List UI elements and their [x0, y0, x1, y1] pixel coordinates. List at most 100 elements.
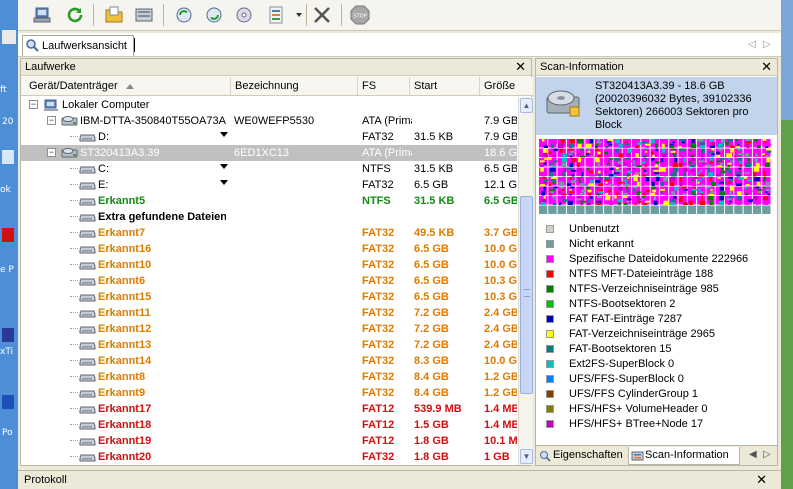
block-segment: [596, 193, 600, 196]
block-segment: [655, 161, 660, 164]
recover-icon[interactable]: [172, 3, 196, 27]
block-segment: [570, 150, 577, 153]
save-recover-icon[interactable]: [202, 3, 226, 27]
block-segment: [557, 143, 564, 148]
block-segment: [701, 148, 705, 153]
block-segment: [552, 196, 556, 198]
open-folder-icon[interactable]: [102, 3, 126, 27]
tree-row[interactable]: Erkannt13 FAT32 7.2 GB 2.4 GB: [21, 337, 517, 353]
tab-scroll-left-icon[interactable]: ◁: [748, 39, 756, 50]
collapse-toggle-icon[interactable]: −: [29, 100, 38, 109]
dropdown-arrow-icon[interactable]: [220, 132, 228, 137]
tree-row[interactable]: Erkannt11 FAT32 7.2 GB 2.4 GB: [21, 305, 517, 321]
tree-row[interactable]: Erkannt16 FAT32 6.5 GB 10.0 GB: [21, 241, 517, 257]
column-header-size[interactable]: Größe: [480, 77, 533, 95]
block-segment: [665, 193, 669, 196]
tab-scroll-right-icon[interactable]: ▷: [763, 449, 771, 460]
tree-row[interactable]: Erkannt17 FAT12 539.9 MB 1.4 MB: [21, 401, 517, 417]
block-cell: [678, 205, 687, 214]
partition-icon: [79, 179, 96, 194]
tree-row[interactable]: C: NTFS 31.5 KB 6.5 GB: [21, 161, 517, 177]
tree-row[interactable]: − Lokaler Computer: [21, 97, 517, 113]
column-header-label[interactable]: Bezeichnung: [231, 77, 358, 95]
computer-icon[interactable]: [31, 3, 55, 27]
block-segment: [691, 158, 695, 161]
tree-row[interactable]: Erkannt20 FAT32 1.8 GB 1 GB: [21, 449, 517, 465]
legend-swatch: [546, 375, 554, 383]
legend-swatch: [546, 345, 554, 353]
tree-row[interactable]: Erkannt8 FAT32 8.4 GB 1.2 GB: [21, 369, 517, 385]
block-segment: [653, 169, 659, 172]
block-segment: [586, 186, 590, 190]
desktop-icon[interactable]: [2, 30, 16, 44]
tree-row[interactable]: − ST320413A3.39 6ED1XC13 ATA (Primary Maste…: [21, 145, 517, 161]
block-segment: [743, 177, 748, 179]
tree-row[interactable]: Erkannt18 FAT12 1.5 GB 1.4 MB: [21, 417, 517, 433]
tab-scan-information[interactable]: Scan-Information: [628, 447, 740, 465]
block-segment: [697, 188, 701, 191]
collapse-toggle-icon[interactable]: −: [47, 116, 56, 125]
tree-row[interactable]: Erkannt10 FAT32 6.5 GB 10.0 GB: [21, 257, 517, 273]
tab-laufwerksansicht[interactable]: Laufwerksansicht: [22, 35, 134, 56]
desktop-icon[interactable]: [2, 395, 14, 409]
scroll-up-icon[interactable]: ▲: [520, 98, 533, 113]
filesystem: NTFS: [362, 195, 391, 207]
desktop-icon[interactable]: [2, 228, 14, 242]
stop-icon[interactable]: STOP: [348, 3, 372, 27]
tab-scroll-left-icon[interactable]: ◀: [749, 449, 757, 460]
desktop-icon[interactable]: [2, 150, 14, 164]
close-icon[interactable]: ✕: [515, 59, 526, 75]
block-segment: [670, 181, 675, 186]
block-segment: [596, 200, 602, 203]
scan-icon[interactable]: [264, 3, 288, 27]
column-header-device[interactable]: Gerät/Datenträger: [21, 77, 231, 95]
dropdown-arrow-icon[interactable]: [296, 13, 302, 17]
dropdown-arrow-icon[interactable]: [220, 180, 228, 185]
filesystem: ATA (Primary Slave): [362, 115, 412, 127]
tree-row[interactable]: E: FAT32 6.5 GB 12.1 GB: [21, 177, 517, 193]
vertical-scrollbar[interactable]: ▲ ▼: [518, 97, 533, 465]
tree-row[interactable]: Erkannt14 FAT32 8.3 GB 10.0 GB: [21, 353, 517, 369]
legend-item: NTFS-Verzeichniseinträge 985: [536, 282, 777, 297]
block-segment: [746, 146, 749, 148]
volume-label: [234, 337, 356, 353]
volume-label: [234, 289, 356, 305]
tree-row[interactable]: Erkannt19 FAT12 1.8 GB 10.1 MB: [21, 433, 517, 449]
block-segment: [746, 189, 753, 193]
desktop-icon[interactable]: [2, 328, 14, 342]
close-icon[interactable]: ✕: [761, 59, 772, 75]
tree-row[interactable]: D: FAT32 31.5 KB 7.9 GB: [21, 129, 517, 145]
column-header-start[interactable]: Start: [410, 77, 480, 95]
block-segment: [716, 160, 722, 163]
block-segment: [652, 189, 657, 193]
block-segment: [579, 186, 583, 190]
disk-image-icon[interactable]: [132, 3, 156, 27]
column-header-fs[interactable]: FS: [358, 77, 410, 95]
tree-row[interactable]: Erkannt15 FAT32 6.5 GB 10.3 GB: [21, 289, 517, 305]
tools-icon[interactable]: [310, 3, 334, 27]
tab-scroll-right-icon[interactable]: ▷: [763, 39, 771, 50]
desktop-left-strip: ft 20 ok e P xTi Po: [0, 0, 18, 489]
block-segment: [578, 158, 582, 163]
tree-row[interactable]: Extra gefundene Dateien: [21, 209, 517, 225]
scroll-down-icon[interactable]: ▼: [520, 449, 533, 464]
collapse-toggle-icon[interactable]: −: [47, 148, 56, 157]
block-segment: [607, 148, 612, 152]
block-segment: [606, 141, 611, 144]
tree-row[interactable]: Erkannt7 FAT32 49.5 KB 3.7 GB: [21, 225, 517, 241]
start-offset: 31.5 KB: [414, 195, 455, 207]
device-name: Erkannt5: [98, 195, 146, 207]
partition-icon: [79, 387, 96, 402]
tree-row[interactable]: Erkannt6 FAT32 6.5 GB 10.3 GB: [21, 273, 517, 289]
dropdown-arrow-icon[interactable]: [220, 164, 228, 169]
tree-row[interactable]: Erkannt12 FAT32 7.2 GB 2.4 GB: [21, 321, 517, 337]
close-icon[interactable]: ✕: [756, 471, 767, 489]
tree-row[interactable]: − IBM-DTTA-350840T55OA73A WE0WEFP5530 ATA (…: [21, 113, 517, 129]
refresh-icon[interactable]: [63, 3, 87, 27]
tree-row[interactable]: Erkannt9 FAT32 8.4 GB 1.2 GB: [21, 385, 517, 401]
cd-icon[interactable]: [232, 3, 256, 27]
tab-eigenschaften[interactable]: Eigenschaften: [537, 447, 627, 465]
tree-row[interactable]: Erkannt5 NTFS 31.5 KB 6.5 GB: [21, 193, 517, 209]
block-segment: [642, 192, 647, 196]
scrollbar-thumb[interactable]: [520, 196, 533, 394]
